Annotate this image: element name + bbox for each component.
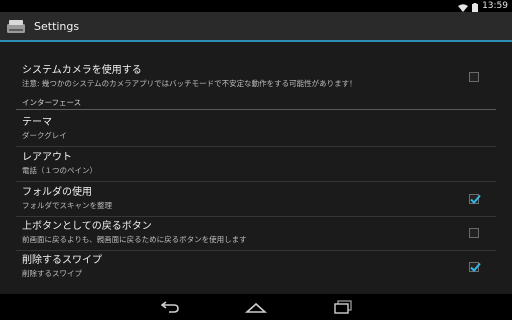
divider: [16, 146, 496, 147]
setting-title: 削除するスワイプ: [22, 255, 102, 266]
recents-icon[interactable]: [330, 298, 356, 316]
checkmark-icon: [470, 262, 481, 272]
divider: [16, 216, 496, 217]
folder-checkbox[interactable]: [469, 194, 481, 204]
setting-up-button[interactable]: 上ボタンとしての戻るボタン 前画面に戻るよりも、親画面に戻るために戻るボタンを使…: [0, 218, 512, 250]
setting-summary: フォルダでスキャンを整理: [22, 201, 112, 210]
status-icons: 13:59: [458, 0, 508, 12]
setting-title: システムカメラを使用する: [22, 65, 142, 76]
status-bar: 13:59: [0, 0, 512, 12]
setting-folder[interactable]: フォルダの使用 フォルダでスキャンを整理: [0, 184, 512, 216]
section-divider: [16, 109, 496, 110]
setting-title: フォルダの使用: [22, 187, 92, 198]
action-bar: Settings: [0, 12, 512, 42]
setting-title: 上ボタンとしての戻るボタン: [22, 221, 152, 232]
page-title: Settings: [34, 20, 80, 33]
setting-summary: 電話（１つのペイン）: [22, 166, 97, 175]
setting-summary: 前画面に戻るよりも、親画面に戻るために戻るボタンを使用します: [22, 235, 247, 244]
home-icon[interactable]: [243, 298, 269, 316]
setting-title: レアアウト: [22, 152, 72, 163]
back-icon[interactable]: [157, 298, 183, 316]
setting-swipe-delete[interactable]: 削除するスワイプ 削除するスワイプ: [0, 252, 512, 284]
checkmark-icon: [470, 194, 481, 204]
scanner-icon[interactable]: [6, 17, 26, 37]
system-camera-checkbox[interactable]: [469, 72, 479, 82]
setting-summary: 削除するスワイプ: [22, 269, 82, 278]
section-header-interface: インターフェース: [22, 98, 82, 107]
setting-layout[interactable]: レアアウト 電話（１つのペイン）: [0, 149, 512, 181]
setting-title: テーマ: [22, 117, 52, 128]
divider: [16, 250, 496, 251]
swipe-delete-checkbox[interactable]: [469, 262, 481, 272]
setting-summary: ダークグレイ: [22, 131, 67, 140]
divider: [16, 181, 496, 182]
setting-summary: 注意: 幾つかのシステムのカメラアプリではバッチモードで不安定な動作をする可能性…: [22, 79, 357, 88]
navigation-bar: [0, 294, 512, 320]
setting-theme[interactable]: テーマ ダークグレイ: [0, 114, 512, 146]
settings-list: システムカメラを使用する 注意: 幾つかのシステムのカメラアプリではバッチモード…: [0, 42, 512, 294]
status-time: 13:59: [482, 1, 508, 11]
setting-system-camera[interactable]: システムカメラを使用する 注意: 幾つかのシステムのカメラアプリではバッチモード…: [0, 62, 512, 98]
up-button-checkbox[interactable]: [469, 228, 479, 238]
